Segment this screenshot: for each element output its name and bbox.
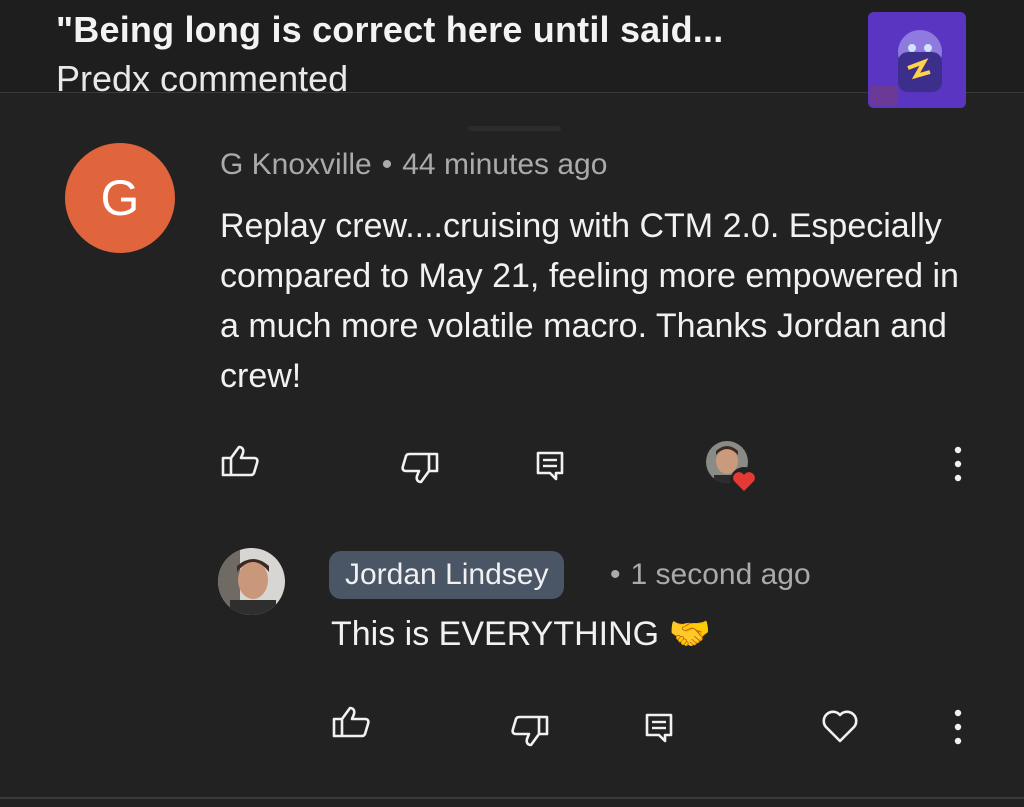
notification-title: "Being long is correct here until said..…	[56, 9, 724, 50]
dislike-icon[interactable]	[508, 714, 550, 748]
like-icon[interactable]	[331, 705, 373, 739]
author-chip[interactable]: Jordan Lindsey	[329, 551, 565, 599]
notification-subtitle: Predx commented	[56, 58, 349, 99]
reply-icon[interactable]	[644, 712, 674, 744]
avatar[interactable]	[218, 548, 285, 615]
heart-icon[interactable]	[820, 708, 860, 744]
divider	[0, 797, 1024, 799]
like-icon[interactable]	[220, 444, 262, 478]
reply-body: This is EVERYTHING 🤝	[331, 615, 711, 653]
reply-time: 1 second ago	[630, 558, 811, 591]
comment-author[interactable]: G Knoxville	[220, 148, 372, 181]
meta-separator: •	[610, 558, 621, 591]
comment-body: Replay crew....cruising with CTM 2.0. Es…	[220, 207, 959, 395]
meta-separator: •	[381, 148, 393, 181]
video-thumbnail[interactable]	[868, 12, 966, 108]
more-icon[interactable]	[953, 446, 963, 482]
reply-meta: • 1 second ago	[610, 558, 811, 592]
dislike-icon[interactable]	[398, 451, 440, 485]
avatar[interactable]: G	[65, 143, 175, 253]
reply-icon[interactable]	[535, 450, 565, 482]
thumbnail-image	[868, 12, 966, 108]
more-icon[interactable]	[953, 709, 963, 745]
creator-heart-icon	[729, 467, 759, 500]
drag-handle[interactable]	[468, 126, 561, 131]
comment-meta: G Knoxville • 44 minutes ago	[220, 148, 607, 182]
comment-time: 44 minutes ago	[402, 148, 608, 181]
